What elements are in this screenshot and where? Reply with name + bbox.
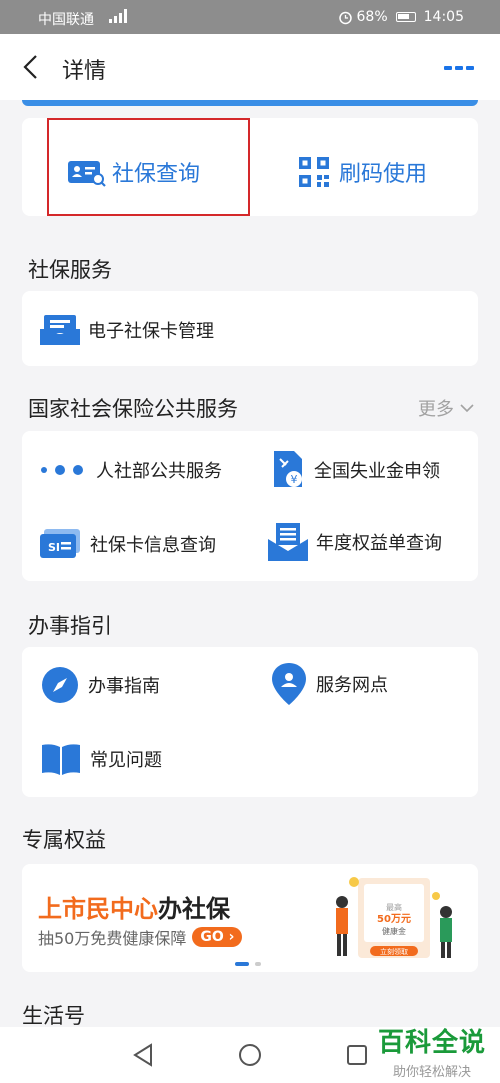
svg-text:¥: ¥ bbox=[291, 473, 298, 486]
list-item-label: 常见问题 bbox=[90, 750, 162, 771]
unemployment-benefit-apply[interactable]: ¥ 全国失业金申领 bbox=[270, 451, 440, 489]
dots-icon bbox=[41, 465, 83, 475]
national-service-card: 人社部公共服务 ¥ 全国失业金申领 SI 社保卡信息查询 年度权益单查询 bbox=[22, 431, 478, 581]
back-arrow-icon[interactable] bbox=[20, 54, 44, 80]
location-pin-icon bbox=[272, 663, 306, 705]
nav-bar: 详情 bbox=[0, 34, 500, 100]
battery-percent: 68% bbox=[356, 9, 388, 25]
svg-text:健康金: 健康金 bbox=[382, 926, 406, 936]
scan-code-button[interactable]: 刷码使用 bbox=[299, 156, 427, 188]
si-card-icon: SI bbox=[40, 529, 80, 558]
document-yuan-icon: ¥ bbox=[274, 451, 302, 487]
list-item-label: 人社部公共服务 bbox=[96, 461, 222, 482]
section-title-benefits: 专属权益 bbox=[22, 828, 106, 852]
service-guide[interactable]: 办事指南 bbox=[42, 667, 160, 703]
e-social-card-management[interactable]: 电子社保卡管理 bbox=[40, 313, 214, 347]
more-menu-icon[interactable] bbox=[444, 66, 474, 70]
health-fund-illustration: 最高 50万元 健康金 立刻领取 bbox=[336, 877, 452, 958]
section-title-guide: 办事指引 bbox=[28, 614, 112, 638]
svg-text:SI: SI bbox=[48, 541, 60, 554]
svg-text:立刻领取: 立刻领取 bbox=[380, 947, 408, 956]
back-triangle-icon[interactable] bbox=[132, 1043, 154, 1067]
chevron-down-icon bbox=[460, 404, 474, 413]
carrier-label: 中国联通 bbox=[38, 12, 94, 28]
mohrss-public-service[interactable]: 人社部公共服务 bbox=[40, 457, 222, 483]
carousel-indicator bbox=[235, 962, 261, 966]
list-item-label: 年度权益单查询 bbox=[316, 533, 442, 554]
guide-card: 办事指南 服务网点 常见问题 bbox=[22, 647, 478, 797]
banner-subtitle: 抽50万免费健康保障 GO › bbox=[38, 925, 243, 949]
go-button[interactable]: GO › bbox=[192, 927, 243, 947]
status-bar: 中国联通 68% 14:05 bbox=[0, 0, 500, 34]
quick-actions-card: 社保查询 刷码使用 bbox=[22, 118, 478, 216]
open-book-icon bbox=[42, 744, 80, 775]
envelope-letter-icon bbox=[268, 523, 308, 561]
list-item-label: 电子社保卡管理 bbox=[88, 321, 214, 342]
list-item-label: 服务网点 bbox=[316, 675, 388, 696]
page-title: 详情 bbox=[62, 59, 107, 84]
list-item-label: 社保卡信息查询 bbox=[90, 535, 216, 556]
card-tray-icon bbox=[40, 315, 80, 345]
list-item-label: 全国失业金申领 bbox=[314, 461, 440, 482]
clock: 14:05 bbox=[423, 9, 464, 25]
alarm-icon bbox=[338, 11, 352, 24]
section-title-national-service: 国家社会保险公共服务 bbox=[28, 397, 238, 421]
battery-icon bbox=[395, 12, 416, 22]
service-outlets[interactable]: 服务网点 bbox=[272, 663, 388, 705]
svg-text:最高: 最高 bbox=[386, 902, 402, 912]
home-circle-icon[interactable] bbox=[238, 1043, 262, 1067]
watermark-logo: 百科全说 助你轻松解决 bbox=[377, 1028, 486, 1080]
svg-text:50万元: 50万元 bbox=[377, 913, 411, 925]
section-title-social-security: 社保服务 bbox=[28, 258, 112, 282]
quick-action-label: 刷码使用 bbox=[339, 162, 428, 187]
more-link[interactable]: 更多 bbox=[418, 395, 474, 421]
compass-icon bbox=[42, 667, 78, 703]
banner-title: 上市民中心办社保 bbox=[38, 895, 230, 923]
qr-code-icon bbox=[299, 157, 329, 187]
highlight-box bbox=[47, 118, 250, 216]
social-card-info-query[interactable]: SI 社保卡信息查询 bbox=[40, 529, 216, 559]
signal-icon bbox=[109, 9, 127, 23]
list-item-label: 办事指南 bbox=[88, 676, 160, 697]
more-label: 更多 bbox=[418, 399, 454, 420]
social-security-card: 电子社保卡管理 bbox=[22, 291, 478, 366]
faq[interactable]: 常见问题 bbox=[42, 743, 162, 775]
section-title-life: 生活号 bbox=[22, 1004, 85, 1028]
hero-banner-strip bbox=[22, 100, 478, 106]
annual-rights-statement-query[interactable]: 年度权益单查询 bbox=[268, 523, 442, 561]
recents-square-icon[interactable] bbox=[346, 1044, 368, 1066]
